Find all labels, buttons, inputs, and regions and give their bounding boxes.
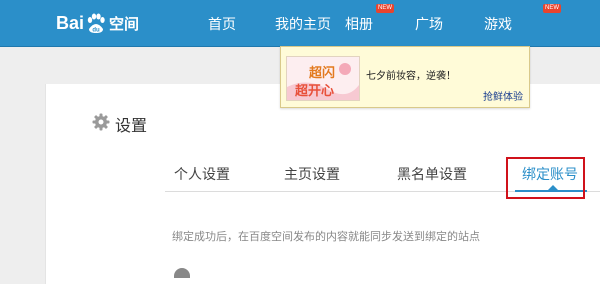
baidu-kongjian-logo[interactable]: Bai du 空间 [56,9,139,37]
highlight-annotation-box [506,157,585,199]
promo-image[interactable]: 超闪 超开心 [286,56,360,101]
partial-avatar-icon [174,268,190,278]
promo-text: 七夕前妆容，逆袭！ [366,71,456,82]
nav-games[interactable]: 游戏 [484,14,512,34]
gear-icon [92,113,110,135]
nav-home[interactable]: 首页 [208,14,236,34]
logo-text-bai: Bai [56,12,85,33]
settings-header: 设置 [92,112,147,136]
paw-logo-icon: du [85,12,107,34]
promo-image-text: 超闪 [309,65,335,81]
promo-try-link[interactable]: 抢鲜体验 [483,88,523,103]
logo-text-kongjian: 空间 [109,15,140,33]
page-title: 设置 [115,116,148,135]
nav-my-homepage[interactable]: 我的主页 [275,14,331,34]
album-promo-popup[interactable]: 超闪 超开心 七夕前妆容，逆袭！ 抢鲜体验 [280,46,530,108]
tab-personal-settings[interactable]: 个人设置 [174,164,230,184]
nav-square[interactable]: 广场 [415,14,443,34]
tab-homepage-settings[interactable]: 主页设置 [284,164,340,184]
top-nav-bar: Bai du 空间 首页 我的主页 相册 NEW 广场 游戏 NEW [0,0,600,47]
nav-album-new-badge: NEW [376,4,394,13]
logo-text-du: du [92,28,100,34]
tab-blacklist-settings[interactable]: 黑名单设置 [397,164,467,184]
svg-text:超开心: 超开心 [295,83,334,99]
bind-description: 绑定成功后，在百度空间发布的内容就能同步发送到绑定的站点 [172,230,480,243]
nav-games-new-badge: NEW [543,4,561,13]
nav-album[interactable]: 相册 [345,14,373,34]
